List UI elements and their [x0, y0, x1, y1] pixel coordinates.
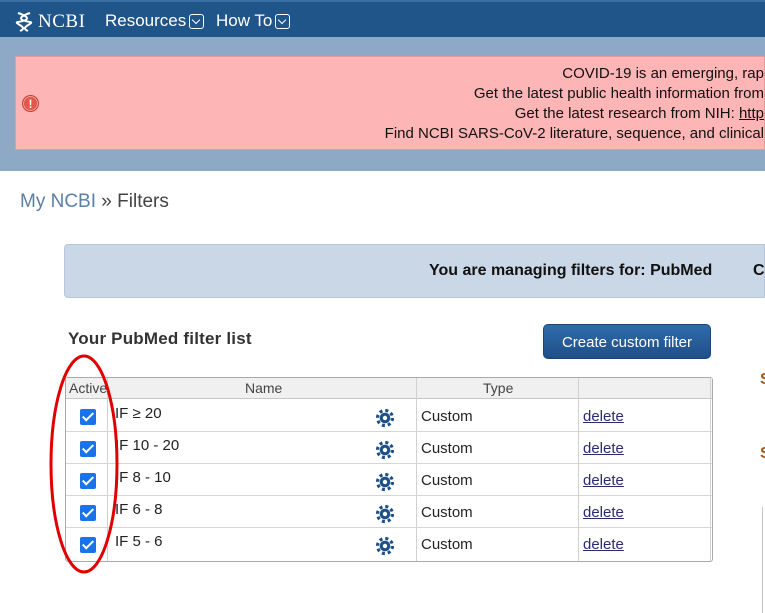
alert-line-4: Find NCBI SARS-CoV-2 literature, sequenc…: [384, 125, 764, 142]
alert-line-3: Get the latest research from NIH: http: [515, 105, 764, 122]
filter-name: IF 10 - 20: [115, 437, 180, 454]
breadcrumb-separator: »: [101, 191, 112, 212]
howto-label: How To: [216, 11, 273, 30]
managing-extra: C: [753, 262, 765, 279]
ncbi-logo[interactable]: NCBI: [14, 10, 85, 34]
active-checkbox[interactable]: [80, 441, 96, 457]
filter-type: Custom: [421, 504, 473, 521]
filter-table: Active Name Type IF ≥ 20 Custom delete I…: [65, 377, 713, 562]
active-checkbox[interactable]: [80, 505, 96, 521]
filter-type: Custom: [421, 472, 473, 489]
sidebar-heading-fragment: S: [760, 371, 765, 389]
column-name: Name: [245, 380, 283, 396]
logo-text: NCBI: [38, 11, 86, 32]
gear-icon[interactable]: [375, 536, 395, 556]
active-checkbox[interactable]: [80, 473, 96, 489]
filter-name: IF 6 - 8: [115, 501, 163, 518]
delete-link[interactable]: delete: [583, 440, 624, 457]
alert-icon: !: [22, 95, 39, 112]
breadcrumb-my-ncbi[interactable]: My NCBI: [20, 191, 96, 212]
covid-alert: ! COVID-19 is an emerging, rap Get the l…: [15, 56, 765, 150]
breadcrumb: My NCBI » Filters: [20, 191, 169, 213]
filter-list-title: Your PubMed filter list: [68, 329, 252, 348]
table-row: IF 6 - 8 Custom delete: [66, 496, 712, 528]
column-active: Active: [69, 380, 108, 396]
howto-menu[interactable]: How To: [216, 11, 291, 31]
alert-line-2: Get the latest public health information…: [473, 85, 764, 102]
alert-line-1: COVID-19 is an emerging, rap: [562, 65, 764, 82]
gear-icon[interactable]: [375, 472, 395, 492]
chevron-down-icon: [189, 13, 205, 29]
alert-line-3-text: Get the latest research from NIH:: [514, 105, 735, 122]
delete-link[interactable]: delete: [583, 408, 624, 425]
filter-type: Custom: [421, 408, 473, 425]
filter-name: IF 8 - 10: [115, 469, 171, 486]
active-checkbox[interactable]: [80, 409, 96, 425]
managing-banner: You are managing filters for: PubMed C: [64, 244, 765, 298]
table-header: Active Name Type: [66, 378, 712, 399]
table-row: IF 8 - 10 Custom delete: [66, 464, 712, 496]
delete-link[interactable]: delete: [583, 504, 624, 521]
managing-text: You are managing filters for: PubMed: [429, 262, 713, 279]
active-checkbox[interactable]: [80, 537, 96, 553]
delete-link[interactable]: delete: [583, 472, 624, 489]
gear-icon[interactable]: [375, 440, 395, 460]
filter-type: Custom: [421, 440, 473, 457]
gear-icon[interactable]: [375, 504, 395, 524]
chevron-down-icon: [275, 13, 291, 29]
filter-name: IF ≥ 20: [115, 405, 162, 422]
column-type: Type: [483, 380, 514, 396]
filter-name: IF 5 - 6: [115, 533, 163, 550]
table-row: IF ≥ 20 Custom delete: [66, 400, 712, 432]
resources-label: Resources: [105, 11, 187, 30]
breadcrumb-current: Filters: [117, 191, 169, 212]
nih-research-link[interactable]: http: [739, 105, 764, 122]
create-custom-filter-button[interactable]: Create custom filter: [543, 324, 711, 359]
dna-helix-icon: [15, 12, 33, 32]
gear-icon[interactable]: [375, 408, 395, 428]
delete-link[interactable]: delete: [583, 536, 624, 553]
top-nav: NCBI Resources How To: [0, 0, 765, 37]
table-row: IF 10 - 20 Custom delete: [66, 432, 712, 464]
filter-type: Custom: [421, 536, 473, 553]
sidebar-heading-fragment: S: [760, 445, 765, 463]
table-row: IF 5 - 6 Custom delete: [66, 528, 712, 560]
resources-menu[interactable]: Resources: [105, 11, 205, 31]
